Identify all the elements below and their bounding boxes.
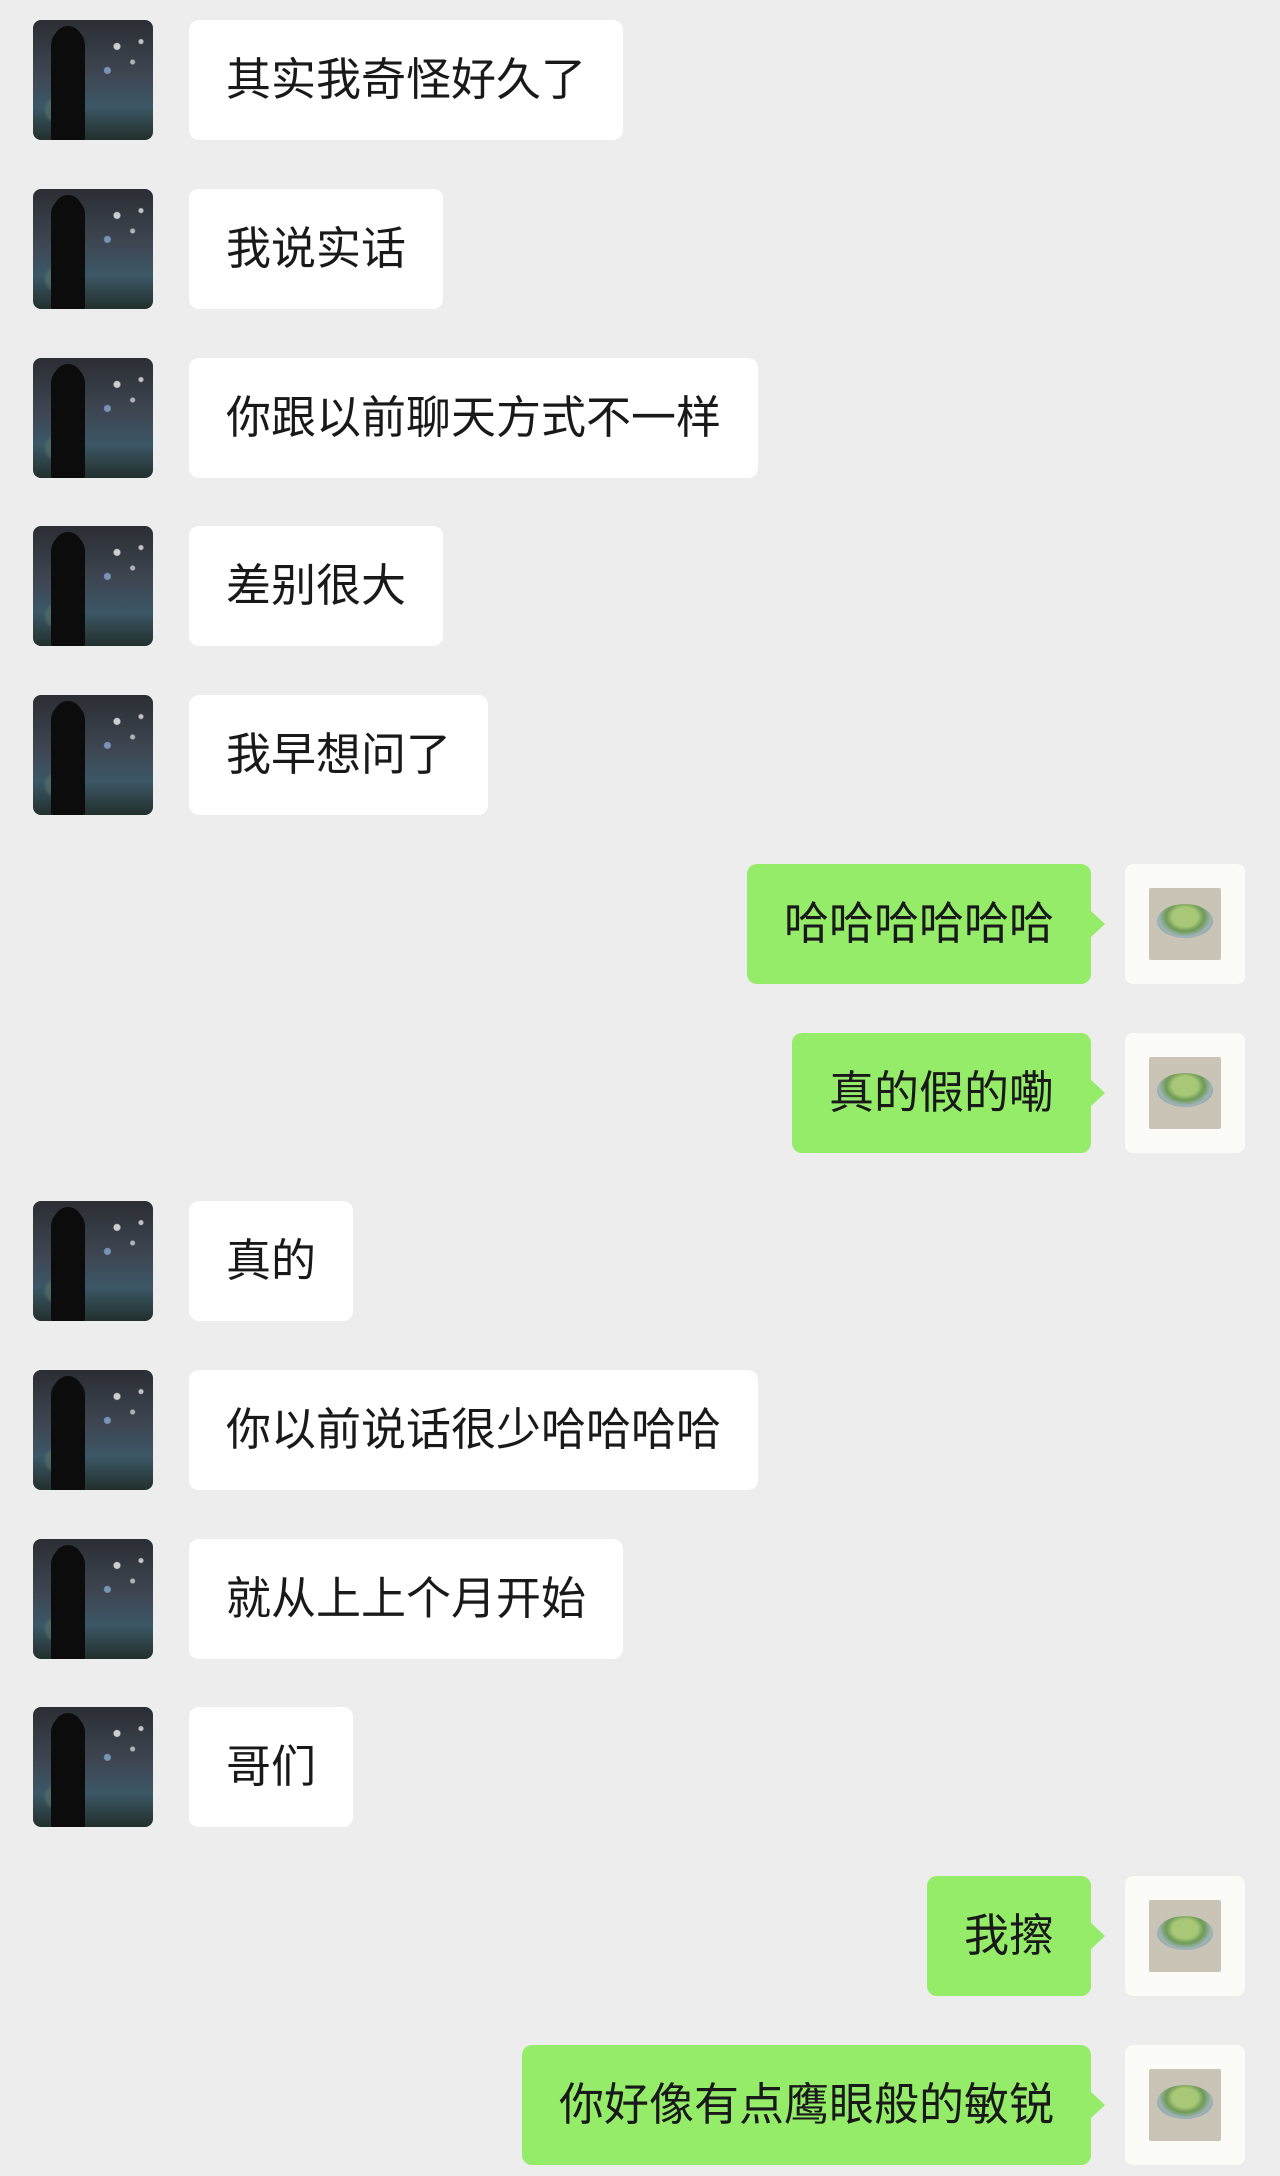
- self-avatar[interactable]: [1125, 1033, 1245, 1153]
- message-bubble-incoming[interactable]: 我早想问了: [189, 695, 489, 815]
- message-bubble-incoming[interactable]: 我说实话: [189, 189, 444, 309]
- message-bubble-incoming[interactable]: 就从上上个月开始: [189, 1539, 624, 1659]
- message-row-incoming: 差别很大: [0, 526, 1280, 646]
- contact-avatar[interactable]: [33, 1539, 153, 1659]
- contact-avatar[interactable]: [33, 189, 153, 309]
- message-row-incoming: 真的: [0, 1201, 1280, 1321]
- message-row-incoming: 就从上上个月开始: [0, 1539, 1280, 1659]
- message-row-incoming: 哥们: [0, 1707, 1280, 1827]
- contact-avatar[interactable]: [33, 1201, 153, 1321]
- message-bubble-incoming[interactable]: 差别很大: [189, 526, 444, 646]
- chat-message-list[interactable]: 其实我奇怪好久了 我说实话 你跟以前聊天方式不一样 差别很大 我早想问了 哈哈哈…: [0, 0, 1280, 2176]
- self-avatar[interactable]: [1125, 864, 1245, 984]
- message-row-incoming: 你以前说话很少哈哈哈哈: [0, 1370, 1280, 1490]
- message-bubble-outgoing[interactable]: 哈哈哈哈哈哈: [746, 864, 1106, 984]
- message-bubble-incoming[interactable]: 其实我奇怪好久了: [189, 20, 624, 140]
- message-row-incoming: 你跟以前聊天方式不一样: [0, 358, 1280, 478]
- message-bubble-incoming[interactable]: 哥们: [189, 1707, 354, 1827]
- message-bubble-incoming[interactable]: 真的: [189, 1201, 354, 1321]
- message-row-incoming: 其实我奇怪好久了: [0, 20, 1280, 140]
- message-row-outgoing: 真的假的嘞: [0, 1033, 1280, 1153]
- contact-avatar[interactable]: [33, 358, 153, 478]
- self-avatar[interactable]: [1125, 2045, 1245, 2165]
- message-row-outgoing: 你好像有点鹰眼般的敏锐: [0, 2045, 1280, 2165]
- message-row-outgoing: 我擦: [0, 1876, 1280, 1996]
- message-row-incoming: 我早想问了: [0, 695, 1280, 815]
- contact-avatar[interactable]: [33, 1707, 153, 1827]
- message-row-incoming: 我说实话: [0, 189, 1280, 309]
- contact-avatar[interactable]: [33, 695, 153, 815]
- contact-avatar[interactable]: [33, 20, 153, 140]
- message-bubble-outgoing[interactable]: 你好像有点鹰眼般的敏锐: [521, 2045, 1106, 2165]
- contact-avatar[interactable]: [33, 1370, 153, 1490]
- message-bubble-incoming[interactable]: 你以前说话很少哈哈哈哈: [189, 1370, 759, 1490]
- contact-avatar[interactable]: [33, 526, 153, 646]
- message-bubble-outgoing[interactable]: 真的假的嘞: [791, 1033, 1106, 1153]
- self-avatar[interactable]: [1125, 1876, 1245, 1996]
- message-row-outgoing: 哈哈哈哈哈哈: [0, 864, 1280, 984]
- message-bubble-incoming[interactable]: 你跟以前聊天方式不一样: [189, 358, 759, 478]
- message-bubble-outgoing[interactable]: 我擦: [926, 1876, 1106, 1996]
